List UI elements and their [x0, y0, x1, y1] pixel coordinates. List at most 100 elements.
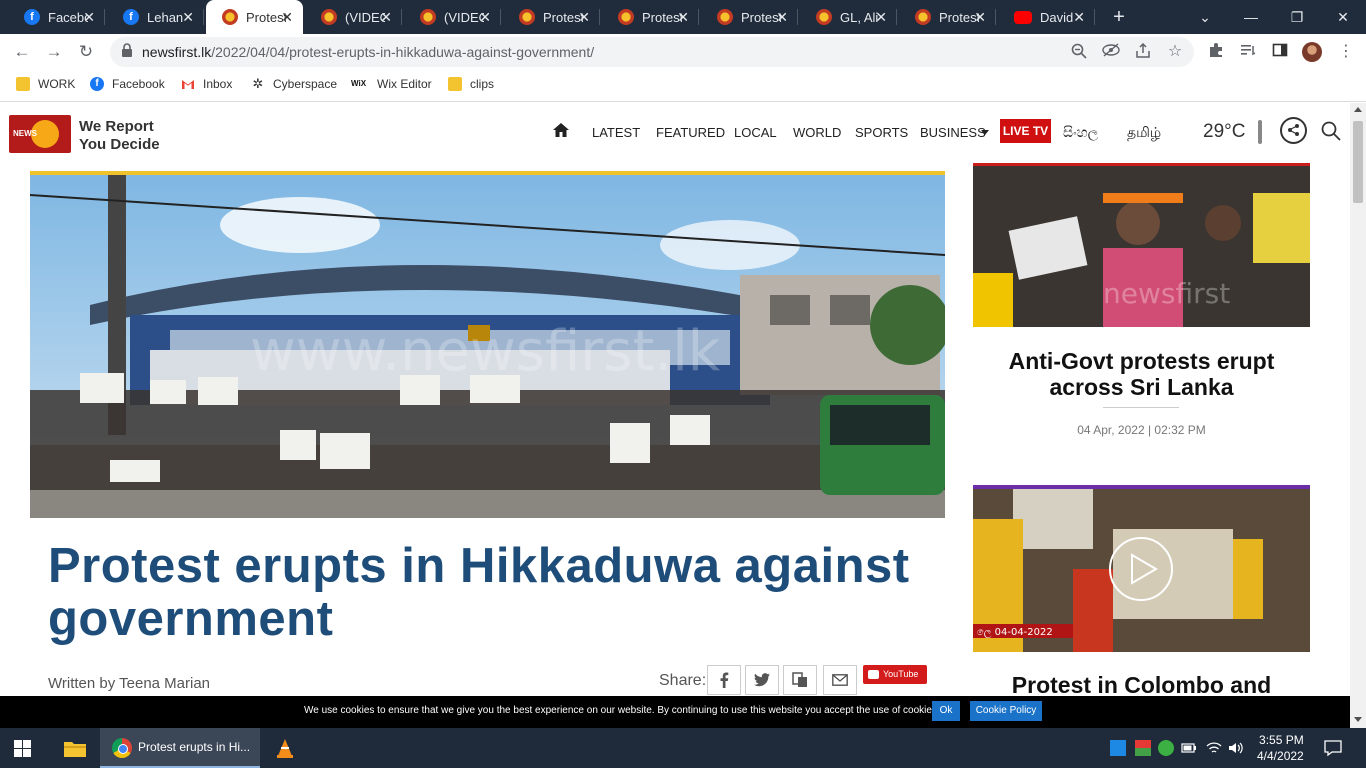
- scroll-up-arrow-icon[interactable]: [1354, 107, 1362, 112]
- back-button[interactable]: ←: [10, 40, 34, 64]
- tab-separator: [401, 9, 402, 25]
- browser-tab[interactable]: (VIDEO ✕: [305, 0, 402, 34]
- browser-tab[interactable]: GL, Ali ✕: [800, 0, 897, 34]
- newsfirst-logo[interactable]: NEWS: [9, 115, 71, 153]
- tracking-blocked-icon[interactable]: [1102, 43, 1120, 61]
- browser-tab[interactable]: Protest ✕: [206, 0, 303, 34]
- nav-business[interactable]: BUSINESS: [920, 125, 986, 140]
- browser-tab[interactable]: (VIDEO ✕: [404, 0, 501, 34]
- bookmark-work[interactable]: WORK: [16, 77, 75, 91]
- sidebar-card-2-title[interactable]: Protest in Colombo and: [973, 672, 1310, 696]
- close-tab-icon[interactable]: ✕: [578, 9, 590, 26]
- chrome-menu-icon[interactable]: ⋮: [1336, 42, 1356, 62]
- tab-separator: [896, 9, 897, 25]
- file-explorer-icon[interactable]: [64, 739, 86, 757]
- nav-sports[interactable]: SPORTS: [855, 125, 908, 140]
- tab-search-icon[interactable]: ⌄: [1182, 0, 1228, 34]
- lock-icon[interactable]: [118, 43, 136, 61]
- search-icon[interactable]: [1321, 121, 1341, 141]
- zoom-icon[interactable]: [1070, 43, 1088, 61]
- youtube-subscribe-button[interactable]: YouTube: [863, 665, 927, 684]
- browser-tab[interactable]: David ✕: [998, 0, 1095, 34]
- vlc-icon[interactable]: [275, 738, 295, 758]
- reload-button[interactable]: ↻: [74, 40, 98, 64]
- url-text[interactable]: newsfirst.lk/2022/04/04/protest-erupts-i…: [142, 44, 594, 60]
- cookie-banner: We use cookies to ensure that we give yo…: [0, 696, 1350, 728]
- close-tab-icon[interactable]: ✕: [1073, 9, 1085, 26]
- tray-app-icon-1[interactable]: [1110, 740, 1126, 756]
- close-tab-icon[interactable]: ✕: [281, 9, 293, 26]
- bookmark-cyberspace[interactable]: ✲ Cyberspace: [251, 77, 337, 92]
- close-tab-icon[interactable]: ✕: [479, 9, 491, 26]
- tray-torrent-icon[interactable]: [1158, 740, 1174, 756]
- nav-world[interactable]: WORLD: [793, 125, 841, 140]
- article-byline: Written by Teena Marian: [48, 675, 211, 692]
- page-scrollbar[interactable]: [1350, 103, 1366, 728]
- close-tab-icon[interactable]: ✕: [380, 9, 392, 26]
- live-tv-button[interactable]: LIVE TV: [1000, 119, 1051, 143]
- battery-icon[interactable]: [1181, 740, 1197, 756]
- volume-icon[interactable]: [1228, 740, 1244, 756]
- close-tab-icon[interactable]: ✕: [875, 9, 887, 26]
- new-tab-button[interactable]: +: [1108, 6, 1130, 28]
- taskbar-chrome-window[interactable]: Protest erupts in Hi...: [100, 728, 260, 768]
- close-tab-icon[interactable]: ✕: [776, 9, 788, 26]
- side-panel-icon[interactable]: [1270, 42, 1290, 62]
- nav-local[interactable]: LOCAL: [734, 125, 777, 140]
- tab-title: Lehan: [147, 9, 184, 25]
- close-tab-icon[interactable]: ✕: [677, 9, 689, 26]
- lang-tamil-link[interactable]: தமிழ்: [1127, 124, 1161, 143]
- nav-latest[interactable]: LATEST: [592, 125, 640, 140]
- browser-tab[interactable]: Protest ✕: [503, 0, 600, 34]
- extensions-icon[interactable]: [1206, 42, 1226, 62]
- clock-time: 3:55 PM: [1259, 733, 1304, 747]
- bookmark-facebook[interactable]: f Facebook: [90, 77, 165, 91]
- cookie-policy-button[interactable]: Cookie Policy: [970, 701, 1042, 721]
- home-icon[interactable]: [552, 122, 570, 138]
- windows-start-icon[interactable]: [14, 740, 31, 757]
- sidebar-card-1-image[interactable]: newsfirst: [973, 163, 1310, 327]
- bookmark-clips[interactable]: clips: [448, 77, 494, 91]
- share-email-button[interactable]: [823, 665, 857, 695]
- bookmark-inbox[interactable]: Inbox: [181, 77, 232, 91]
- minimize-button[interactable]: —: [1228, 0, 1274, 34]
- tab-separator: [599, 9, 600, 25]
- share-twitter-button[interactable]: [745, 665, 779, 695]
- copy-link-button[interactable]: [783, 665, 817, 695]
- nav-featured[interactable]: FEATURED: [656, 125, 725, 140]
- notification-center-icon[interactable]: [1324, 739, 1342, 757]
- chevron-down-icon[interactable]: [981, 130, 989, 135]
- profile-avatar[interactable]: [1302, 42, 1322, 62]
- address-bar[interactable]: newsfirst.lk/2022/04/04/protest-erupts-i…: [110, 37, 1194, 67]
- wifi-icon[interactable]: [1206, 740, 1222, 756]
- share-facebook-button[interactable]: [707, 665, 741, 695]
- scroll-down-arrow-icon[interactable]: [1354, 717, 1362, 722]
- site-tagline: We Report You Decide: [79, 118, 160, 154]
- facebook-icon: f: [24, 9, 40, 25]
- scroll-thumb[interactable]: [1353, 121, 1363, 203]
- sidebar-card-1-title[interactable]: Anti-Govt protests erupt across Sri Lank…: [973, 348, 1310, 400]
- cookie-ok-button[interactable]: Ok: [932, 701, 960, 721]
- play-video-icon[interactable]: [1110, 538, 1172, 600]
- system-clock[interactable]: 3:55 PM 4/4/2022: [1257, 732, 1304, 764]
- browser-tab[interactable]: Protest ✕: [701, 0, 798, 34]
- close-window-button[interactable]: ✕: [1320, 0, 1366, 34]
- bookmark-star-icon[interactable]: ☆: [1166, 43, 1184, 61]
- close-tab-icon[interactable]: ✕: [182, 9, 194, 26]
- browser-tab[interactable]: f Facebook✕: [8, 0, 105, 34]
- tagline-line-1: We Report: [79, 118, 154, 135]
- bookmark-wix-editor[interactable]: WiX Wix Editor: [351, 77, 432, 91]
- browser-tab[interactable]: Protest ✕: [602, 0, 699, 34]
- close-tab-icon[interactable]: ✕: [83, 9, 95, 26]
- tray-app-icon-2[interactable]: [1135, 740, 1151, 756]
- share-page-icon[interactable]: [1134, 42, 1152, 61]
- lang-sinhala-link[interactable]: සිංහල: [1063, 124, 1098, 141]
- reading-list-icon[interactable]: [1238, 42, 1258, 62]
- tab-title: Protest: [741, 9, 781, 25]
- forward-button[interactable]: →: [42, 40, 66, 64]
- browser-tab[interactable]: Protest ✕: [899, 0, 996, 34]
- restore-button[interactable]: ❐: [1274, 0, 1320, 34]
- close-tab-icon[interactable]: ✕: [974, 9, 986, 26]
- share-icon[interactable]: [1280, 117, 1307, 144]
- browser-tab[interactable]: f Lehan ✕: [107, 0, 204, 34]
